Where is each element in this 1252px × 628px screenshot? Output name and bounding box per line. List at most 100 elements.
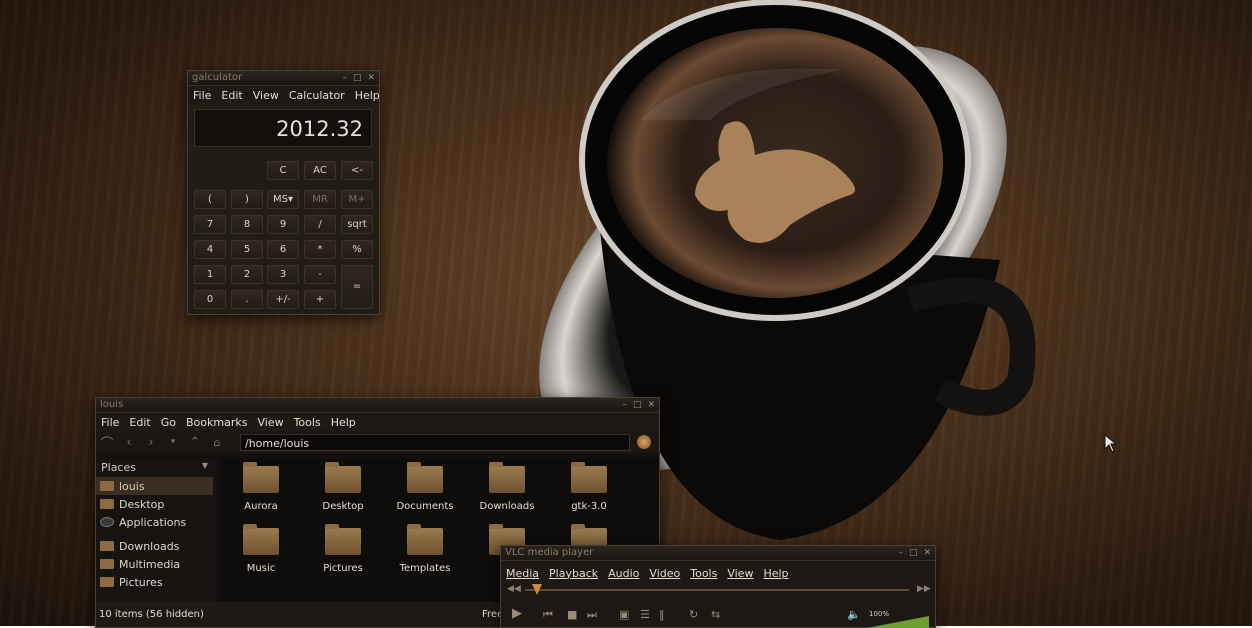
menu-bookmarks[interactable]: Bookmarks [181,416,252,429]
seek-handle[interactable] [531,584,542,595]
divide-button[interactable]: / [304,215,336,234]
minimize-icon[interactable]: – [898,546,903,560]
folder-item[interactable]: Templates [384,524,466,574]
up-dir-icon[interactable]: ⌒ [96,433,118,452]
all-clear-button[interactable]: AC [304,161,336,180]
digit-1-button[interactable]: 1 [194,265,226,284]
digit-2-button[interactable]: 2 [231,265,263,284]
shuffle-icon[interactable]: ⇆ [711,608,720,621]
open-paren-button[interactable]: ( [194,190,226,209]
digit-4-button[interactable]: 4 [194,240,226,259]
rewind-icon[interactable]: ◀◀ [507,584,521,594]
menu-playback[interactable]: Playback [544,567,603,580]
folder-item[interactable]: gtk-3.0 [548,462,630,512]
menu-go[interactable]: Go [156,416,181,429]
stop-icon[interactable]: ■ [567,608,577,621]
maximize-icon[interactable]: □ [633,398,642,412]
sidebar-item-pictures[interactable]: Pictures [96,573,216,591]
sidebar-item-louis[interactable]: louis [96,477,213,495]
menu-edit[interactable]: Edit [216,89,247,102]
next-icon[interactable]: ⏭ [587,608,597,622]
chevron-down-icon[interactable]: ▼ [202,461,208,470]
menu-help[interactable]: Help [758,567,793,580]
minimize-icon[interactable]: – [622,398,627,412]
equals-button[interactable]: = [341,265,373,309]
menu-edit[interactable]: Edit [124,416,155,429]
loop-icon[interactable]: ↻ [689,608,698,621]
fast-forward-icon[interactable]: ▶▶ [917,584,931,594]
menu-tools[interactable]: Tools [685,567,722,580]
file-manager-titlebar[interactable]: louis – □ ✕ [96,398,659,413]
menu-view[interactable]: View [722,567,758,580]
menu-help[interactable]: Help [350,89,385,102]
history-dropdown-icon[interactable]: ▾ [162,437,184,447]
multiply-button[interactable]: * [304,240,336,259]
close-icon[interactable]: ✕ [367,71,375,85]
folder-label: Aurora [244,501,278,512]
close-paren-button[interactable]: ) [231,190,263,209]
equalizer-icon[interactable]: ‖ [659,608,665,621]
sidebar-item-applications[interactable]: Applications [96,513,216,531]
sidebar-item-downloads[interactable]: Downloads [96,537,216,555]
menu-audio[interactable]: Audio [603,567,644,580]
menu-file[interactable]: File [96,416,124,429]
places-sidebar: Places ▼ louis Desktop Applications Down… [96,458,216,602]
menu-media[interactable]: Media [501,567,544,580]
add-button[interactable]: + [304,290,336,309]
digit-5-button[interactable]: 5 [231,240,263,259]
back-icon[interactable]: ‹ [118,435,140,450]
sidebar-item-desktop[interactable]: Desktop [96,495,216,513]
location-input[interactable]: /home/louis [240,434,630,451]
minimize-icon[interactable]: – [342,71,347,85]
percent-button[interactable]: % [341,240,373,259]
digit-7-button[interactable]: 7 [194,215,226,234]
playlist-icon[interactable]: ☰ [640,608,650,621]
play-icon[interactable]: ▶ [512,606,522,621]
fullscreen-icon[interactable]: ▣ [619,608,629,621]
sidebar-item-multimedia[interactable]: Multimedia [96,555,216,573]
menu-file[interactable]: File [188,89,216,102]
menu-view[interactable]: View [252,416,288,429]
decimal-button[interactable]: . [231,290,263,309]
places-header[interactable]: Places ▼ [96,458,216,477]
maximize-icon[interactable]: □ [909,546,918,560]
menu-help[interactable]: Help [326,416,361,429]
sqrt-button[interactable]: sqrt [341,215,373,234]
seek-bar[interactable]: ◀◀ ▶▶ [507,584,931,596]
seek-track[interactable] [525,589,909,591]
clear-button[interactable]: C [267,161,299,180]
memory-recall-button[interactable]: MR [304,190,336,209]
backspace-button[interactable]: <- [341,161,373,180]
folder-item[interactable]: Pictures [302,524,384,574]
memory-store-button[interactable]: MS▾ [267,190,299,209]
digit-0-button[interactable]: 0 [194,290,226,309]
menu-view[interactable]: View [248,89,284,102]
vlc-titlebar[interactable]: VLC media player – □ ✕ [501,546,935,561]
forward-icon[interactable]: › [140,435,162,450]
menu-tools[interactable]: Tools [289,416,326,429]
go-icon[interactable] [637,435,651,449]
folder-item[interactable]: Downloads [466,462,548,512]
close-icon[interactable]: ✕ [923,546,931,560]
subtract-button[interactable]: - [304,265,336,284]
folder-item[interactable]: Aurora [220,462,302,512]
close-icon[interactable]: ✕ [647,398,655,412]
memory-add-button[interactable]: M+ [341,190,373,209]
volume-slider[interactable] [867,616,929,628]
volume-icon[interactable]: 🔈 [847,608,861,621]
folder-item[interactable]: Documents [384,462,466,512]
digit-3-button[interactable]: 3 [267,265,299,284]
digit-9-button[interactable]: 9 [267,215,299,234]
menu-video[interactable]: Video [644,567,685,580]
folder-item[interactable]: Desktop [302,462,384,512]
maximize-icon[interactable]: □ [353,71,362,85]
folder-item[interactable]: Music [220,524,302,574]
digit-6-button[interactable]: 6 [267,240,299,259]
sign-button[interactable]: +/- [267,290,299,309]
parent-folder-icon[interactable]: ⌃ [184,435,206,450]
menu-calculator[interactable]: Calculator [284,89,350,102]
previous-icon[interactable]: ⏮ [543,608,553,622]
home-icon[interactable]: ⌂ [206,436,228,449]
calculator-titlebar[interactable]: galculator – □ ✕ [188,71,379,86]
digit-8-button[interactable]: 8 [231,215,263,234]
